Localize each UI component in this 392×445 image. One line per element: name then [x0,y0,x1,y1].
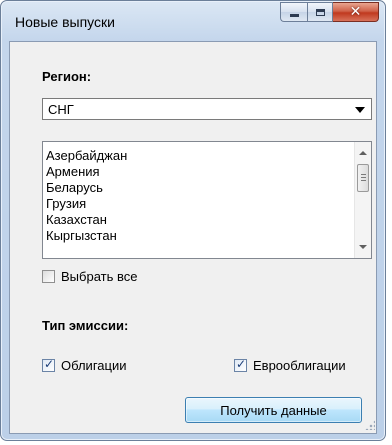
maximize-icon [315,8,325,16]
bonds-checkbox[interactable]: ✓ [42,357,55,372]
get-data-button-label: Получить данные [220,402,327,418]
list-item[interactable]: Беларусь [46,180,127,196]
title-bar[interactable]: Новые выпуски ✕ [1,1,385,41]
maximize-button[interactable] [307,2,333,22]
region-selected-value: СНГ [48,102,74,117]
scroll-down-icon[interactable] [359,245,367,249]
get-data-button[interactable]: Получить данные [185,397,362,423]
region-dropdown[interactable]: СНГ [42,98,372,120]
chevron-down-icon[interactable] [355,107,365,113]
select-all-checkbox-row[interactable]: Выбрать все [42,269,137,284]
list-item[interactable]: Казахстан [46,212,127,228]
window-controls: ✕ [280,2,379,22]
eurobonds-label: Еврооблигации [253,358,346,373]
scroll-thumb[interactable] [357,164,369,192]
country-listbox[interactable]: Азербайджан Армения Беларусь Грузия Казахста… [42,141,372,259]
scroll-up-icon[interactable] [359,151,367,155]
eurobonds-checkbox[interactable]: ✓ [234,357,247,372]
close-icon: ✕ [349,4,362,20]
list-item[interactable]: Армения [46,164,127,180]
country-list-items: Азербайджан Армения Беларусь Грузия Казахста… [46,148,127,244]
bonds-label: Облигации [61,358,127,373]
close-button[interactable]: ✕ [333,2,379,22]
select-all-label: Выбрать все [61,269,138,284]
minimize-icon [289,13,299,17]
checkmark-icon: ✓ [44,357,55,371]
vertical-scrollbar[interactable] [354,142,371,258]
bonds-checkbox-row[interactable]: ✓ Облигации [42,357,127,373]
minimize-button[interactable] [280,2,307,22]
window-title: Новые выпуски [15,14,115,30]
emission-type-label: Тип эмиссии: [42,318,129,333]
new-issues-window: Новые выпуски ✕ Регион: СНГ Азербайджан А… [0,0,386,441]
list-item[interactable]: Азербайджан [46,148,127,164]
list-item[interactable]: Кыргызстан [46,228,127,244]
checkmark-icon: ✓ [236,357,247,371]
select-all-checkbox[interactable] [42,270,55,283]
eurobonds-checkbox-row[interactable]: ✓ Еврооблигации [234,357,346,373]
region-label: Регион: [42,69,92,84]
list-item[interactable]: Грузия [46,196,127,212]
